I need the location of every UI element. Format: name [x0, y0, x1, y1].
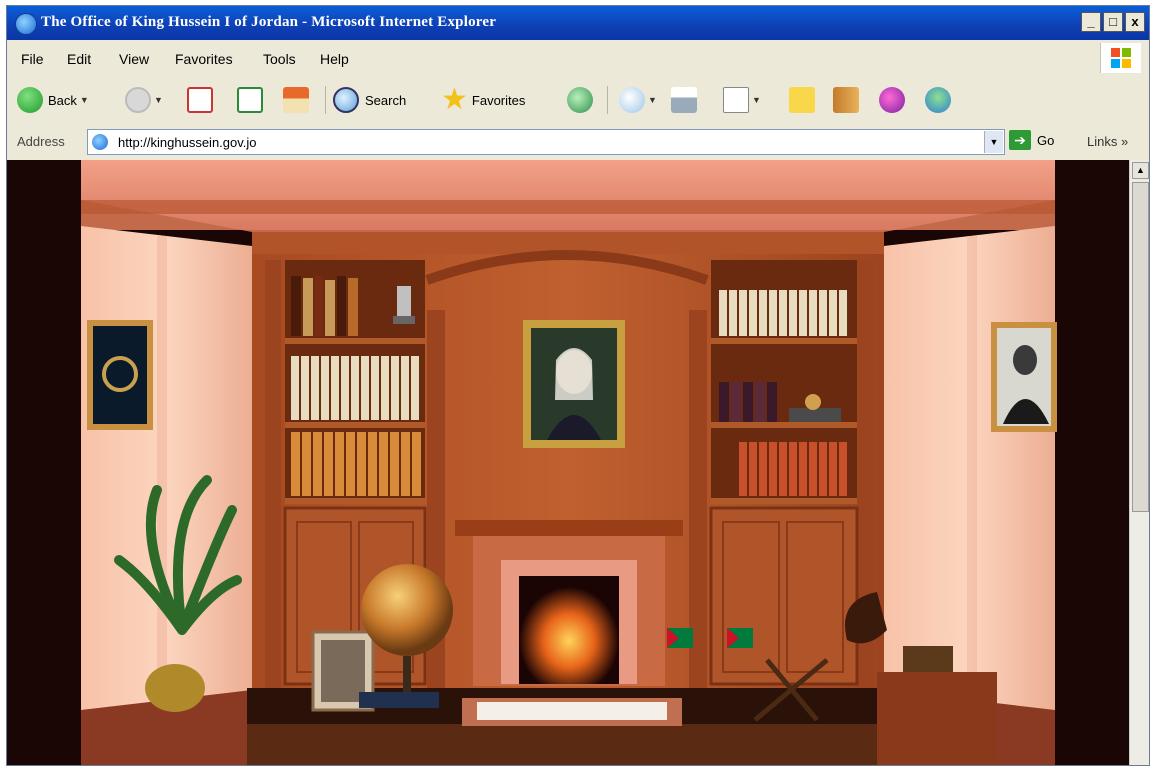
- go-arrow-icon: ➔: [1009, 130, 1031, 150]
- menu-tools[interactable]: Tools: [263, 51, 296, 67]
- address-input[interactable]: http://kinghussein.gov.jo ▼: [87, 129, 1005, 155]
- address-url[interactable]: http://kinghussein.gov.jo: [118, 135, 257, 150]
- go-button[interactable]: ➔ Go: [1009, 130, 1054, 150]
- home-button[interactable]: [283, 84, 309, 116]
- favorites-button[interactable]: ★ Favorites: [441, 84, 525, 116]
- history-icon: [567, 87, 593, 113]
- edit-button[interactable]: ▼: [723, 84, 761, 116]
- edit-document-icon: [723, 87, 749, 113]
- search-button[interactable]: Search: [333, 84, 406, 116]
- discuss-button[interactable]: [789, 84, 815, 116]
- back-label: Back: [48, 92, 77, 108]
- contacts-button[interactable]: [925, 84, 951, 116]
- go-label: Go: [1037, 132, 1055, 148]
- page-content: [7, 160, 1129, 765]
- title-bar[interactable]: The Office of King Hussein I of Jordan -…: [7, 6, 1149, 40]
- maximize-button[interactable]: □: [1103, 12, 1123, 32]
- menu-help[interactable]: Help: [320, 51, 349, 67]
- close-button[interactable]: x: [1125, 12, 1145, 32]
- forward-dropdown-icon[interactable]: ▼: [154, 95, 163, 105]
- links-chevron-icon: »: [1120, 134, 1129, 149]
- back-arrow-icon: [17, 87, 43, 113]
- toolbar: Back ▼ ▼ Search ★ Favorites ▼ ▼: [7, 76, 1149, 125]
- stop-icon: [187, 87, 213, 113]
- mail-button[interactable]: ▼: [619, 84, 657, 116]
- menu-view[interactable]: View: [119, 51, 149, 67]
- menu-bar: File Edit View Favorites Tools Help: [7, 40, 1149, 77]
- research-button[interactable]: [833, 84, 859, 116]
- back-dropdown-icon[interactable]: ▼: [80, 95, 89, 105]
- print-icon: [671, 87, 697, 113]
- edit-dropdown-icon[interactable]: ▼: [752, 95, 761, 105]
- mail-icon: [619, 87, 645, 113]
- scroll-up-icon[interactable]: ▲: [1132, 162, 1149, 179]
- minimize-button[interactable]: _: [1081, 12, 1101, 32]
- scroll-thumb[interactable]: [1132, 182, 1149, 512]
- home-icon: [283, 87, 309, 113]
- stop-button[interactable]: [187, 84, 213, 116]
- messenger-button[interactable]: [879, 84, 905, 116]
- page-icon: [92, 134, 108, 150]
- office-scene: [7, 160, 1129, 765]
- note-icon: [789, 87, 815, 113]
- address-bar: Address http://kinghussein.gov.jo ▼ ➔ Go…: [7, 124, 1149, 161]
- forward-button[interactable]: ▼: [125, 84, 163, 116]
- address-dropdown-icon[interactable]: ▼: [984, 131, 1003, 153]
- vertical-scrollbar[interactable]: ▲: [1129, 160, 1149, 765]
- research-icon: [833, 87, 859, 113]
- history-button[interactable]: [567, 84, 593, 116]
- mail-dropdown-icon[interactable]: ▼: [648, 95, 657, 105]
- windows-flag-icon: [1100, 43, 1141, 73]
- links-label: Links: [1087, 134, 1118, 149]
- favorites-label: Favorites: [471, 92, 526, 108]
- forward-arrow-icon: [125, 87, 151, 113]
- back-button[interactable]: Back ▼: [17, 84, 89, 116]
- contacts-icon: [925, 87, 951, 113]
- address-label: Address: [17, 134, 65, 149]
- print-button[interactable]: [671, 84, 697, 116]
- menu-file[interactable]: File: [21, 51, 44, 67]
- menu-edit[interactable]: Edit: [67, 51, 91, 67]
- search-label: Search: [365, 92, 407, 108]
- favorites-star-icon: ★: [441, 83, 468, 116]
- ie-logo-icon: [15, 13, 37, 35]
- menu-favorites[interactable]: Favorites: [175, 51, 233, 67]
- links-button[interactable]: Links »: [1087, 134, 1128, 149]
- refresh-button[interactable]: [237, 84, 263, 116]
- messenger-icon: [879, 87, 905, 113]
- browser-window: The Office of King Hussein I of Jordan -…: [6, 5, 1150, 766]
- refresh-icon: [237, 87, 263, 113]
- window-title: The Office of King Hussein I of Jordan -…: [41, 14, 497, 30]
- search-icon: [333, 87, 359, 113]
